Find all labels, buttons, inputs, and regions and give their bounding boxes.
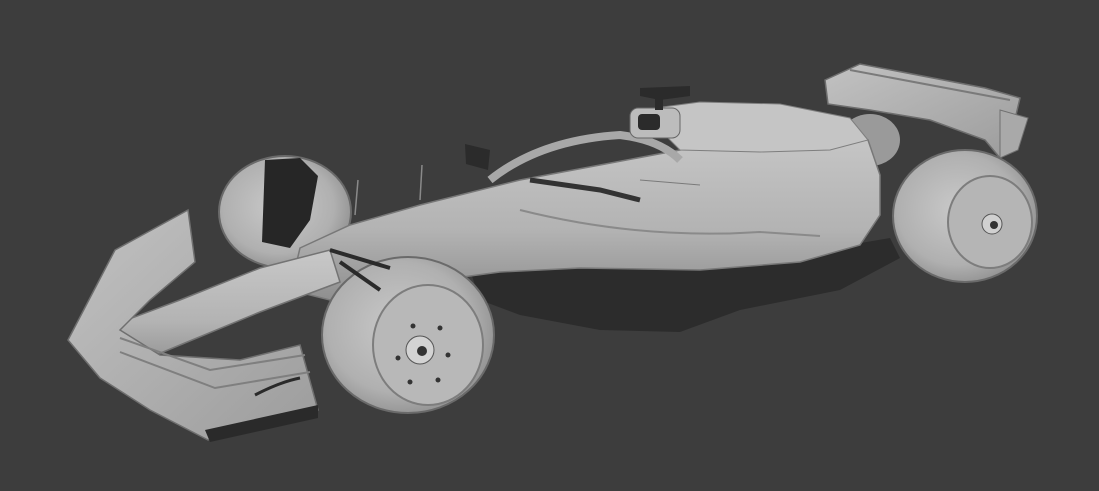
- 3d-viewport[interactable]: [0, 0, 1099, 491]
- rear-right-tire: [892, 149, 1038, 283]
- f1-car-model-render: [67, 63, 1038, 442]
- front-right-tire: [321, 256, 495, 414]
